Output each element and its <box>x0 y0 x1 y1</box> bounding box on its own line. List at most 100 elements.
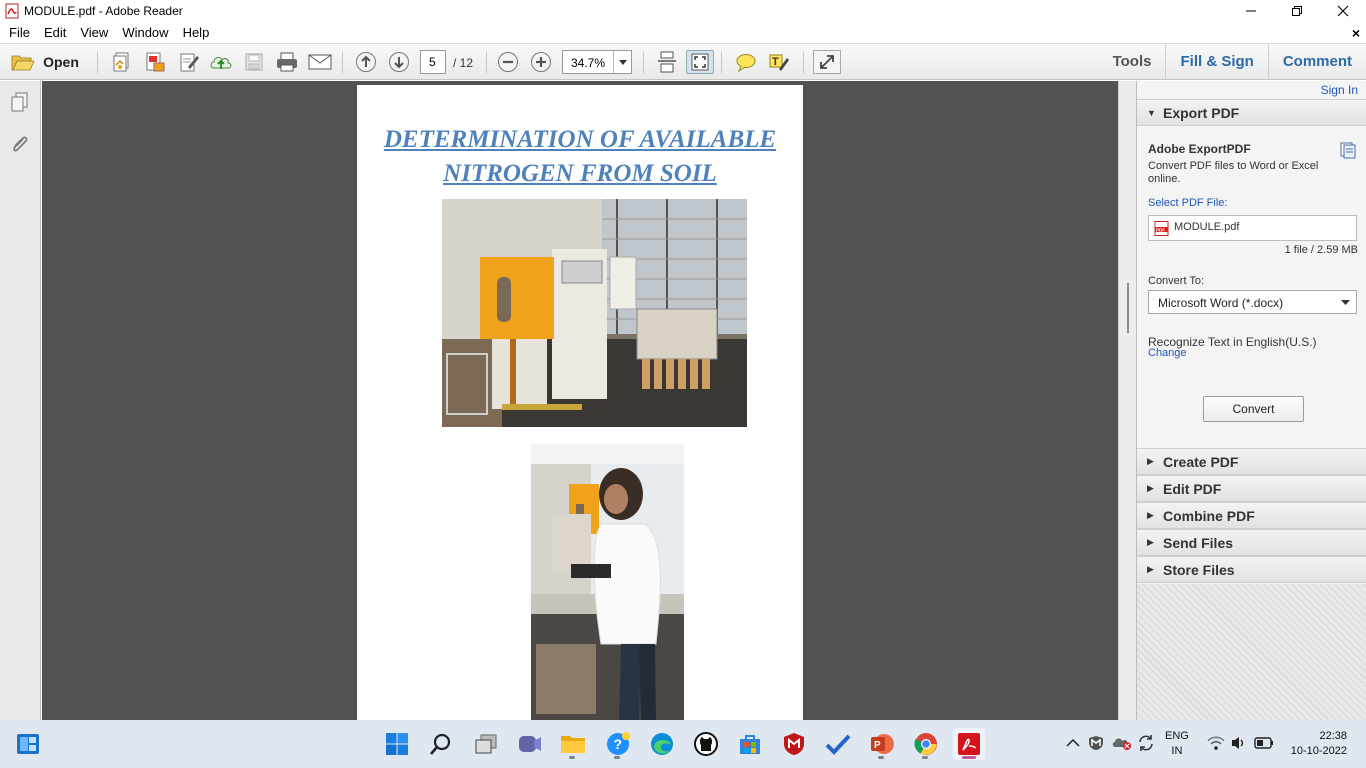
mcafee-button[interactable] <box>778 728 810 760</box>
restore-button[interactable] <box>1274 0 1320 22</box>
input-language-indicator[interactable]: ENG IN <box>1165 729 1189 759</box>
system-clock[interactable]: 22:38 10-10-2022 <box>1283 729 1347 759</box>
onedrive-error-icon[interactable] <box>1112 735 1132 751</box>
folder-icon <box>561 736 585 753</box>
teams-chat-button[interactable] <box>514 728 546 760</box>
get-help-button[interactable]: ? <box>602 728 634 760</box>
window-title: MODULE.pdf - Adobe Reader <box>24 4 183 18</box>
wifi-icon[interactable] <box>1207 735 1225 751</box>
tab-comment[interactable]: Comment <box>1267 44 1366 80</box>
battery-icon[interactable] <box>1254 736 1274 750</box>
selected-file-field[interactable]: PDF MODULE.pdf <box>1148 215 1357 241</box>
info-docs-icon[interactable] <box>1339 141 1357 159</box>
print-button[interactable] <box>273 50 301 74</box>
chevron-up-icon[interactable] <box>1066 737 1080 749</box>
folder-open-icon <box>11 55 35 71</box>
zoom-value: 34.7% <box>571 56 606 70</box>
adobe-reader-button[interactable] <box>953 728 985 760</box>
create-pdf-section-header[interactable]: ▶ Create PDF <box>1137 448 1366 475</box>
change-language-link[interactable]: Change <box>1148 347 1187 359</box>
tab-tools[interactable]: Tools <box>1099 44 1166 80</box>
zoom-dropdown-button[interactable] <box>613 51 631 73</box>
triangle-right-icon: ▶ <box>1147 564 1154 574</box>
plus-circle-icon <box>531 52 551 72</box>
clock-time: 22:38 <box>1319 730 1347 742</box>
github-button[interactable] <box>690 728 722 760</box>
export-pdf-button[interactable] <box>141 50 169 74</box>
create-pdf-icon <box>113 52 129 72</box>
edge-browser-button[interactable] <box>646 728 678 760</box>
menu-view[interactable]: View <box>73 22 115 44</box>
todo-button[interactable] <box>822 728 854 760</box>
start-button[interactable] <box>381 728 413 760</box>
page-thumbnails-icon[interactable] <box>9 91 31 113</box>
open-button[interactable]: Open <box>8 50 82 74</box>
highlight-text-button[interactable]: T <box>766 50 792 74</box>
export-pdf-section-header[interactable]: ▼ Export PDF <box>1137 99 1366 126</box>
sticky-note-button[interactable] <box>733 50 759 74</box>
svg-text:PDF: PDF <box>1156 227 1165 232</box>
task-view-icon <box>475 734 497 754</box>
menu-window[interactable]: Window <box>115 22 175 44</box>
toolbar: Open 5 / 12 34.7% T Tools Fill & Sign Co… <box>0 44 1366 80</box>
arrow-down-circle-icon <box>389 52 409 72</box>
task-view-button[interactable] <box>470 728 502 760</box>
toolbar-separator <box>643 52 644 74</box>
convert-to-select[interactable]: Microsoft Word (*.docx) <box>1148 290 1357 314</box>
menu-bar: File Edit View Window Help × <box>0 22 1366 44</box>
page-number-input[interactable]: 5 <box>420 50 446 74</box>
volume-icon[interactable] <box>1230 735 1248 751</box>
upload-button[interactable] <box>207 50 235 74</box>
fit-page-button[interactable] <box>686 50 714 74</box>
minimize-button[interactable] <box>1228 0 1274 22</box>
send-files-section-header[interactable]: ▶ Send Files <box>1137 529 1366 556</box>
search-button[interactable] <box>425 728 457 760</box>
chrome-button[interactable] <box>910 728 942 760</box>
combine-pdf-section-header[interactable]: ▶ Combine PDF <box>1137 502 1366 529</box>
store-files-section-header[interactable]: ▶ Store Files <box>1137 556 1366 583</box>
sign-in-link[interactable]: Sign In <box>1321 83 1358 97</box>
edit-pdf-button[interactable] <box>175 50 203 74</box>
close-document-button[interactable]: × <box>1352 25 1360 41</box>
vertical-scrollbar[interactable] <box>1118 81 1136 720</box>
close-window-button[interactable] <box>1320 0 1366 22</box>
save-button[interactable] <box>241 50 267 74</box>
menu-file[interactable]: File <box>0 22 37 44</box>
next-page-button[interactable] <box>386 50 412 74</box>
taskbar-widgets-button[interactable] <box>12 728 44 760</box>
toolbar-separator <box>342 52 343 74</box>
create-pdf-button[interactable] <box>108 50 136 74</box>
mcafee-tray-icon[interactable] <box>1088 735 1104 751</box>
microsoft-store-button[interactable] <box>734 728 766 760</box>
tab-fill-and-sign[interactable]: Fill & Sign <box>1165 44 1267 80</box>
toolbar-separator <box>486 52 487 74</box>
chevron-down-icon <box>618 59 627 65</box>
menu-help[interactable]: Help <box>176 22 217 44</box>
attachment-paperclip-icon[interactable] <box>9 133 31 155</box>
zoom-in-button[interactable] <box>528 50 554 74</box>
window-controls <box>1228 0 1366 22</box>
active-indicator <box>962 756 976 759</box>
section-label: Store Files <box>1163 561 1235 578</box>
powerpoint-button[interactable]: P <box>866 728 898 760</box>
pdf-file-icon: PDF <box>1154 221 1169 236</box>
scrollbar-thumb[interactable] <box>1127 283 1129 333</box>
sync-icon[interactable] <box>1137 734 1155 752</box>
document-view[interactable]: DETERMINATION OF AVAILABLE NITROGEN FROM… <box>42 81 1118 720</box>
zoom-select[interactable]: 34.7% <box>562 50 632 74</box>
convert-button[interactable]: Convert <box>1203 396 1304 422</box>
scroll-mode-button[interactable] <box>654 50 680 74</box>
file-explorer-button[interactable] <box>557 728 589 760</box>
full-screen-button[interactable] <box>813 50 841 74</box>
previous-page-button[interactable] <box>353 50 379 74</box>
edit-pdf-section-header[interactable]: ▶ Edit PDF <box>1137 475 1366 502</box>
menu-edit[interactable]: Edit <box>37 22 73 44</box>
triangle-right-icon: ▶ <box>1147 456 1154 466</box>
email-button[interactable] <box>306 50 334 74</box>
zoom-out-button[interactable] <box>495 50 521 74</box>
help-bubble-icon: ? <box>607 732 630 755</box>
svg-text:T: T <box>772 56 779 68</box>
github-icon <box>694 732 718 756</box>
file-name: MODULE.pdf <box>1174 221 1240 233</box>
svg-text:P: P <box>874 740 881 751</box>
